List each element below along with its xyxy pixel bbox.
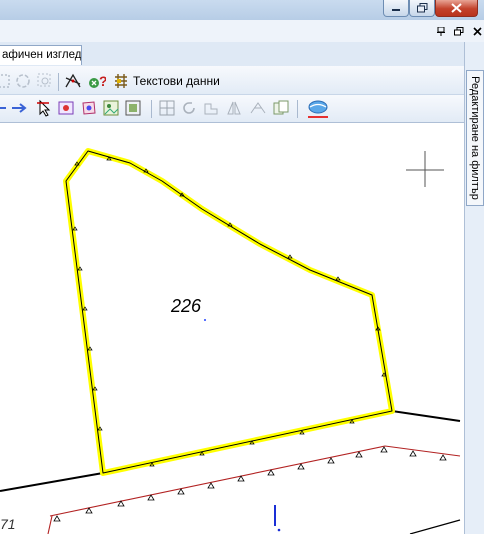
parcel-centroid [204,319,206,321]
zoom-tool-icon[interactable] [36,72,54,90]
mdi-bar [0,20,484,42]
edit-filter-label: Редактиране на филтър [469,76,481,200]
raster-view-icon[interactable] [102,99,120,117]
neighbor-parcel-boundary [47,515,53,534]
tab-edit-filter[interactable]: Редактиране на филтър [466,70,484,206]
toolbar-separator [297,100,298,118]
pin-icon [437,26,445,36]
split-icon[interactable] [249,99,267,117]
intersection-tool-icon[interactable] [64,72,82,90]
street-boundary-line [0,409,461,492]
neighbor-parcel-boundary [49,445,461,517]
filter-layer-icon[interactable] [306,98,330,120]
copy-icon[interactable] [272,99,290,117]
svg-text:?: ? [99,73,106,89]
scale-object-icon[interactable] [202,99,220,117]
neighbor-vertex-markers [53,446,447,522]
partial-parcel-number: 71 [0,516,16,532]
arrow-right-icon[interactable] [11,99,29,117]
grid-move-icon[interactable] [158,99,176,117]
rotate-tool-icon[interactable] [14,72,32,90]
help-query-icon[interactable]: ? [88,72,106,90]
parcel-highlight [63,148,395,476]
select-pointer-icon[interactable] [35,99,53,117]
close-button[interactable] [435,0,478,17]
cursor-tool-icon[interactable] [0,72,12,90]
text-data-label[interactable]: Текстови данни [133,74,220,88]
mdi-restore-button[interactable] [452,24,466,38]
layer-image-icon[interactable] [124,99,142,117]
parcel-number-label: 226 [171,296,202,316]
tab-graphic-view[interactable]: афичен изглед [0,45,82,65]
restore-button[interactable] [409,0,435,17]
parcel-outline [65,150,393,474]
toolbar-separator [58,73,59,91]
object-info-icon[interactable] [80,99,98,117]
polygon-select-icon[interactable] [57,99,75,117]
mdi-close-button[interactable] [470,24,484,38]
toolbar-separator [151,100,152,118]
minimize-icon [392,9,400,11]
restore-icon [454,26,464,35]
text-data-icon[interactable] [112,72,130,90]
insertion-marker-dot [277,528,281,532]
street-boundary-line [409,519,461,534]
close-icon [451,3,462,13]
close-icon [472,26,482,36]
rotate-object-icon[interactable] [180,99,198,117]
mdi-pin-button[interactable] [434,24,448,38]
crosshair-cursor [406,151,444,187]
map-canvas[interactable] [0,123,464,534]
restore-icon [416,3,427,13]
minimize-button[interactable] [383,0,409,17]
mirror-icon[interactable] [225,99,243,117]
